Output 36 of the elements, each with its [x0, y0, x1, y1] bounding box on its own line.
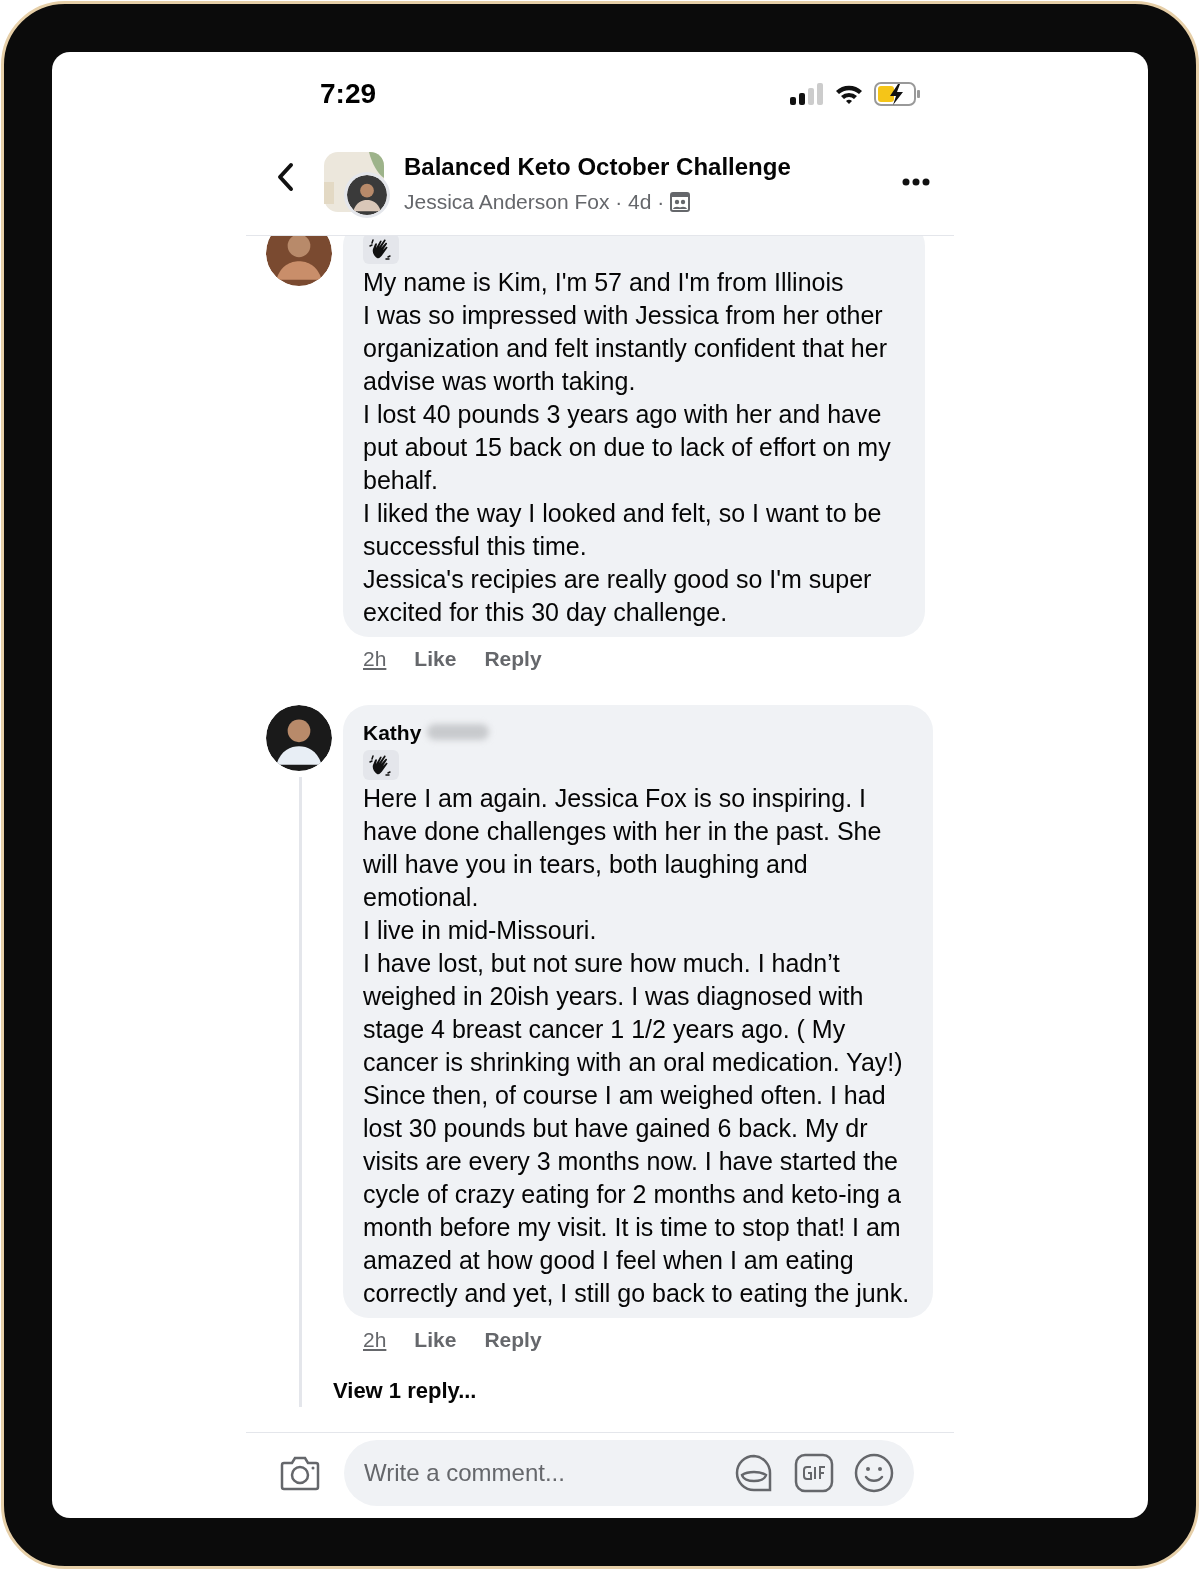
comment-text: Jessica's recipies are really good so I'm super excited for this 30 day challenge. [363, 564, 873, 628]
avatar [344, 172, 390, 218]
comment-input[interactable]: Write a comment... [364, 1454, 734, 1491]
group-icon [670, 191, 691, 212]
avatar [265, 704, 332, 771]
wave-icon [369, 237, 393, 261]
reply-button[interactable]: Reply [484, 643, 542, 675]
comment-text: Here I am again. Jessica Fox is so inspiring. I have done challenges with her in the past. She will have you in tears, both laughing and emotional. [363, 783, 883, 913]
view-replies-link[interactable]: View 1 reply... [333, 1373, 933, 1407]
avatar [265, 236, 332, 286]
gif-icon[interactable] [794, 1452, 834, 1493]
sticker-icon[interactable] [734, 1452, 774, 1493]
like-button[interactable]: Like [414, 643, 457, 675]
group-title: Balanced Keto October Challenge [404, 152, 792, 182]
like-button[interactable]: Like [414, 1324, 457, 1356]
status-time: 7:29 [320, 77, 377, 111]
comment-text: I live in mid-Missouri. [363, 915, 598, 946]
emoji-icon[interactable] [854, 1452, 894, 1493]
more-icon[interactable] [902, 178, 930, 186]
post-meta: Jessica Anderson Fox · 4d · [404, 189, 665, 215]
comment-author: Kathy [363, 719, 422, 746]
wifi-icon [834, 83, 864, 105]
comment-text: I lost 40 pounds 3 years ago with her and have put about 15 back on due to lack of effort on my behalf. [363, 399, 892, 496]
comment-text: I was so impressed with Jessica from her other organization and felt instantly confident that her advise was worth taking. [363, 300, 888, 397]
comment-text: My name is Kim, I'm 57 and I'm from Illinois [363, 267, 845, 298]
reply-button[interactable]: Reply [484, 1324, 542, 1356]
comment-field[interactable]: Write a comment... [344, 1439, 914, 1506]
signal-icon [790, 83, 824, 105]
comment-time[interactable]: 2h [363, 643, 387, 675]
back-icon[interactable] [276, 162, 296, 192]
camera-icon[interactable] [280, 1454, 320, 1491]
comment-text: I have lost, but not sure how much. I hadn’t weighed in 20ish years. I was diagnosed with stage 4 breast cancer 1 1/2 years ago. ( My cancer is shrinking with an oral medication. Yay!) Since then, of course I am weighed often. I had lost 30 pounds but have gained 6 back. My dr visits are every 3 months now. I have started the cycle of crazy eating for 2 months and keto-ing a month before my visit. It is time to stop that! I am amazed at how good I feel when I am eating correctly and yet, I still go back to eating the junk. [363, 948, 911, 1309]
battery-charging-icon [874, 82, 920, 106]
comment-text: I liked the way I looked and felt, so I want to be successful this time. [363, 498, 883, 562]
comment-time[interactable]: 2h [363, 1324, 387, 1356]
wave-icon [369, 753, 393, 777]
